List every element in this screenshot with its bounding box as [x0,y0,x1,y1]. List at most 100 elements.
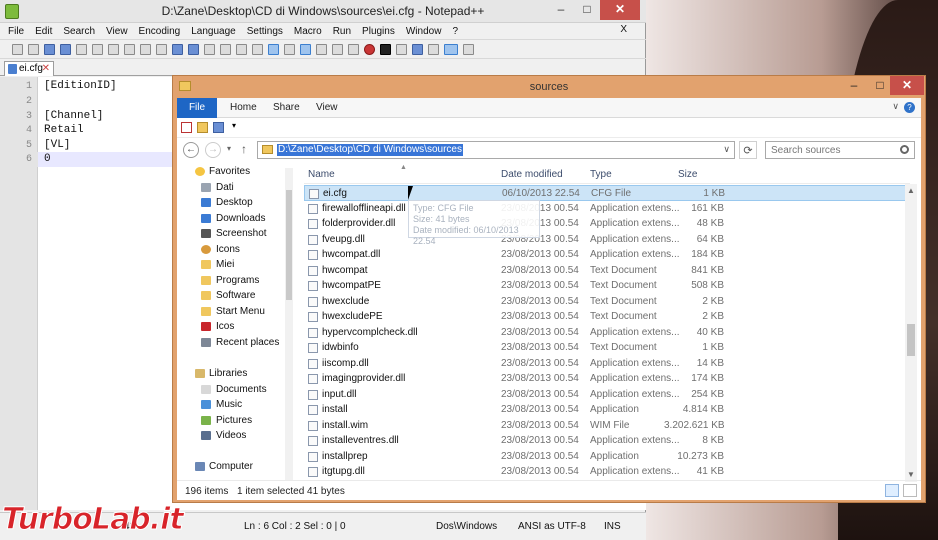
cut-icon[interactable] [124,43,135,55]
recent-locations-icon[interactable]: ▾ [227,144,231,153]
menu-settings[interactable]: Settings [247,26,283,37]
file-row[interactable]: idwbinfo 23/08/2013 00.54 Text Document 1 K… [304,340,908,356]
zoom-in-icon[interactable] [236,43,247,55]
menu-plugins[interactable]: Plugins [362,26,395,37]
file-row[interactable]: installeventres.dll 23/08/2013 00.54 Appli… [304,433,908,449]
file-row[interactable]: hypervcomplcheck.dll 23/08/2013 00.54 Appl… [304,325,908,341]
sync-scroll-v-icon[interactable] [268,43,279,55]
spell-check-icon[interactable] [463,43,474,55]
scroll-up-icon[interactable]: ▲ [907,186,915,195]
file-row[interactable]: folderprovider.dll23/08/2013 00.54Applic… [304,216,908,232]
ribbon-tab-home[interactable]: Home [230,98,257,118]
open-file-icon[interactable] [28,43,39,55]
undo-icon[interactable] [172,43,183,55]
close-file-icon[interactable] [76,43,87,55]
help-icon[interactable]: ? [904,102,915,113]
ds-plugin-icon[interactable] [444,43,458,55]
scroll-down-icon[interactable]: ▼ [907,470,915,479]
properties-icon[interactable] [181,122,192,133]
explorer-window[interactable]: sources – □ ✕ File Home Share View ∨ ? ▾… [172,75,926,503]
refresh-icon[interactable]: ⟳ [739,141,757,159]
up-icon[interactable]: ↑ [241,142,247,156]
large-icons-view-icon[interactable] [903,484,917,497]
find-icon[interactable] [204,43,215,55]
play-macro-icon[interactable] [396,43,407,55]
file-list-scrollbar[interactable]: ▲ ▼ [905,184,917,482]
show-all-chars-icon[interactable] [300,43,311,55]
customize-qat-icon[interactable]: ▾ [232,121,243,132]
tab-ei-cfg[interactable]: ei.cfg ✕ [4,61,54,76]
forward-icon[interactable]: → [205,142,221,158]
menu-language[interactable]: Language [191,26,236,37]
menu-window[interactable]: Window [406,26,442,37]
zoom-out-icon[interactable] [252,43,263,55]
file-row[interactable]: install 23/08/2013 00.54 Application 4.814 … [304,402,908,418]
details-view-icon[interactable] [885,484,899,497]
notepad-title-bar[interactable]: D:\Zane\Desktop\CD di Windows\sources\ei… [0,0,646,23]
column-type[interactable]: Type [590,169,612,180]
paste-icon[interactable] [156,43,167,55]
file-row[interactable]: hwexclude 23/08/2013 00.54 Text Document 2 … [304,294,908,310]
search-icon[interactable] [900,145,909,154]
nav-pane-scrollbar[interactable] [285,168,293,480]
maximize-icon[interactable]: □ [574,0,600,20]
rename-icon[interactable] [213,122,224,133]
stop-macro-icon[interactable] [380,43,391,55]
menu-encoding[interactable]: Encoding [139,26,181,37]
save-icon[interactable] [44,43,55,55]
ribbon-tab-file[interactable]: File [177,98,217,118]
address-bar[interactable]: D:\Zane\Desktop\CD di Windows\sources ∨ [257,141,735,159]
run-macro-multiple-icon[interactable] [412,43,423,55]
ribbon-tab-share[interactable]: Share [273,98,300,118]
column-name[interactable]: Name [308,169,335,180]
expand-ribbon-icon[interactable]: ∨ [892,101,899,112]
file-row[interactable]: ei.cfg 06/10/2013 22.54 CFG File 1 KB [304,185,908,201]
file-row[interactable]: input.dll 23/08/2013 00.54 Application ext… [304,387,908,403]
indent-guide-icon[interactable] [316,43,327,55]
column-size[interactable]: Size [678,169,697,180]
new-folder-icon[interactable] [197,122,208,133]
redo-icon[interactable] [188,43,199,55]
save-all-icon[interactable] [60,43,71,55]
save-macro-icon[interactable] [428,43,439,55]
address-text[interactable]: D:\Zane\Desktop\CD di Windows\sources [277,144,463,156]
minimize-icon[interactable]: – [548,0,574,20]
function-list-icon[interactable] [348,43,359,55]
doc-map-icon[interactable] [332,43,343,55]
menu-search[interactable]: Search [63,26,95,37]
nav-pane-scroll-thumb[interactable] [286,190,292,300]
ribbon-tab-view[interactable]: View [316,98,338,118]
copy-icon[interactable] [140,43,151,55]
file-row[interactable]: installprep 23/08/2013 00.54 Application 10… [304,449,908,465]
tab-close-icon[interactable]: ✕ [42,62,50,75]
menu-run[interactable]: Run [333,26,351,37]
file-row[interactable]: fveupg.dll 23/08/2013 00.54 Application ex… [304,232,908,248]
file-row[interactable]: hwexcludePE 23/08/2013 00.54 Text Document… [304,309,908,325]
menu-file[interactable]: File [8,26,24,37]
file-row[interactable]: itgtupg.dll 23/08/2013 00.54 Application e… [304,464,908,480]
menu-edit[interactable]: Edit [35,26,52,37]
file-row[interactable]: hwcompat 23/08/2013 00.54 Text Document 841… [304,263,908,279]
search-box[interactable]: Search sources [765,141,915,159]
file-row[interactable]: iiscomp.dll 23/08/2013 00.54 Application e… [304,356,908,372]
close-all-icon[interactable] [92,43,103,55]
menu-macro[interactable]: Macro [294,26,322,37]
new-file-icon[interactable] [12,43,23,55]
explorer-title-bar[interactable]: sources – □ ✕ [173,76,925,98]
explorer-minimize-icon[interactable]: – [841,76,867,95]
column-date[interactable]: Date modified [501,169,563,180]
explorer-close-icon[interactable]: ✕ [890,76,924,95]
word-wrap-icon[interactable] [284,43,295,55]
menu-view[interactable]: View [106,26,128,37]
file-row[interactable]: imagingprovider.dll 23/08/2013 00.54 Appli… [304,371,908,387]
file-row[interactable]: hwcompat.dll 23/08/2013 00.54 Application … [304,247,908,263]
file-list-scroll-thumb[interactable] [907,324,915,356]
record-macro-icon[interactable] [364,43,375,55]
file-row[interactable]: install.wim 23/08/2013 00.54 WIM File 3.202… [304,418,908,434]
back-icon[interactable]: ← [183,142,199,158]
file-row[interactable]: hwcompatPE 23/08/2013 00.54 Text Document 5… [304,278,908,294]
print-icon[interactable] [108,43,119,55]
file-row[interactable]: firewallofflineapi.dll23/08/2013 00.54Ap… [304,201,908,217]
menu-help[interactable]: ? [452,26,458,37]
replace-icon[interactable] [220,43,231,55]
